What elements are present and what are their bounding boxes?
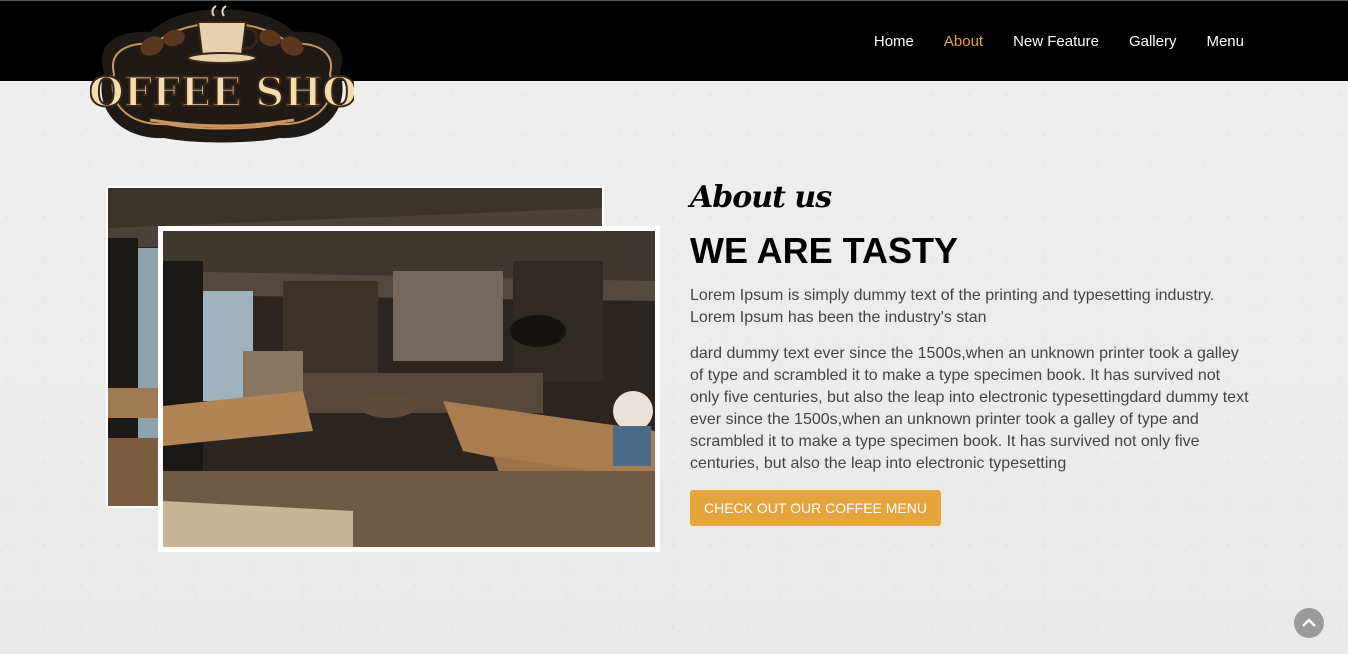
coffee-shop-logo[interactable]: COFFEE SHOP — [56, 2, 388, 144]
about-paragraph-1: Lorem Ipsum is simply dummy text of the … — [690, 287, 1215, 326]
main-nav: Home About New Feature Gallery Menu — [844, 33, 1244, 50]
about-paragraph-2: dard dummy text ever since the 1500s,whe… — [690, 345, 1249, 472]
page-headline: WE ARE TASTY — [690, 230, 958, 271]
nav-about[interactable]: About — [944, 33, 983, 50]
nav-new-feature[interactable]: New Feature — [1013, 33, 1099, 50]
chevron-up-icon — [1302, 618, 1316, 627]
svg-text:COFFEE SHOP: COFFEE SHOP — [90, 69, 354, 116]
coffee-menu-button[interactable]: CHECK OUT OUR COFFEE MENU — [690, 490, 941, 526]
about-eyebrow: About us — [690, 180, 832, 215]
nav-gallery[interactable]: Gallery — [1129, 33, 1177, 50]
nav-menu[interactable]: Menu — [1206, 33, 1244, 50]
cafe-photo-front — [158, 226, 660, 552]
scroll-to-top-button[interactable] — [1294, 608, 1324, 638]
nav-home[interactable]: Home — [874, 33, 914, 50]
